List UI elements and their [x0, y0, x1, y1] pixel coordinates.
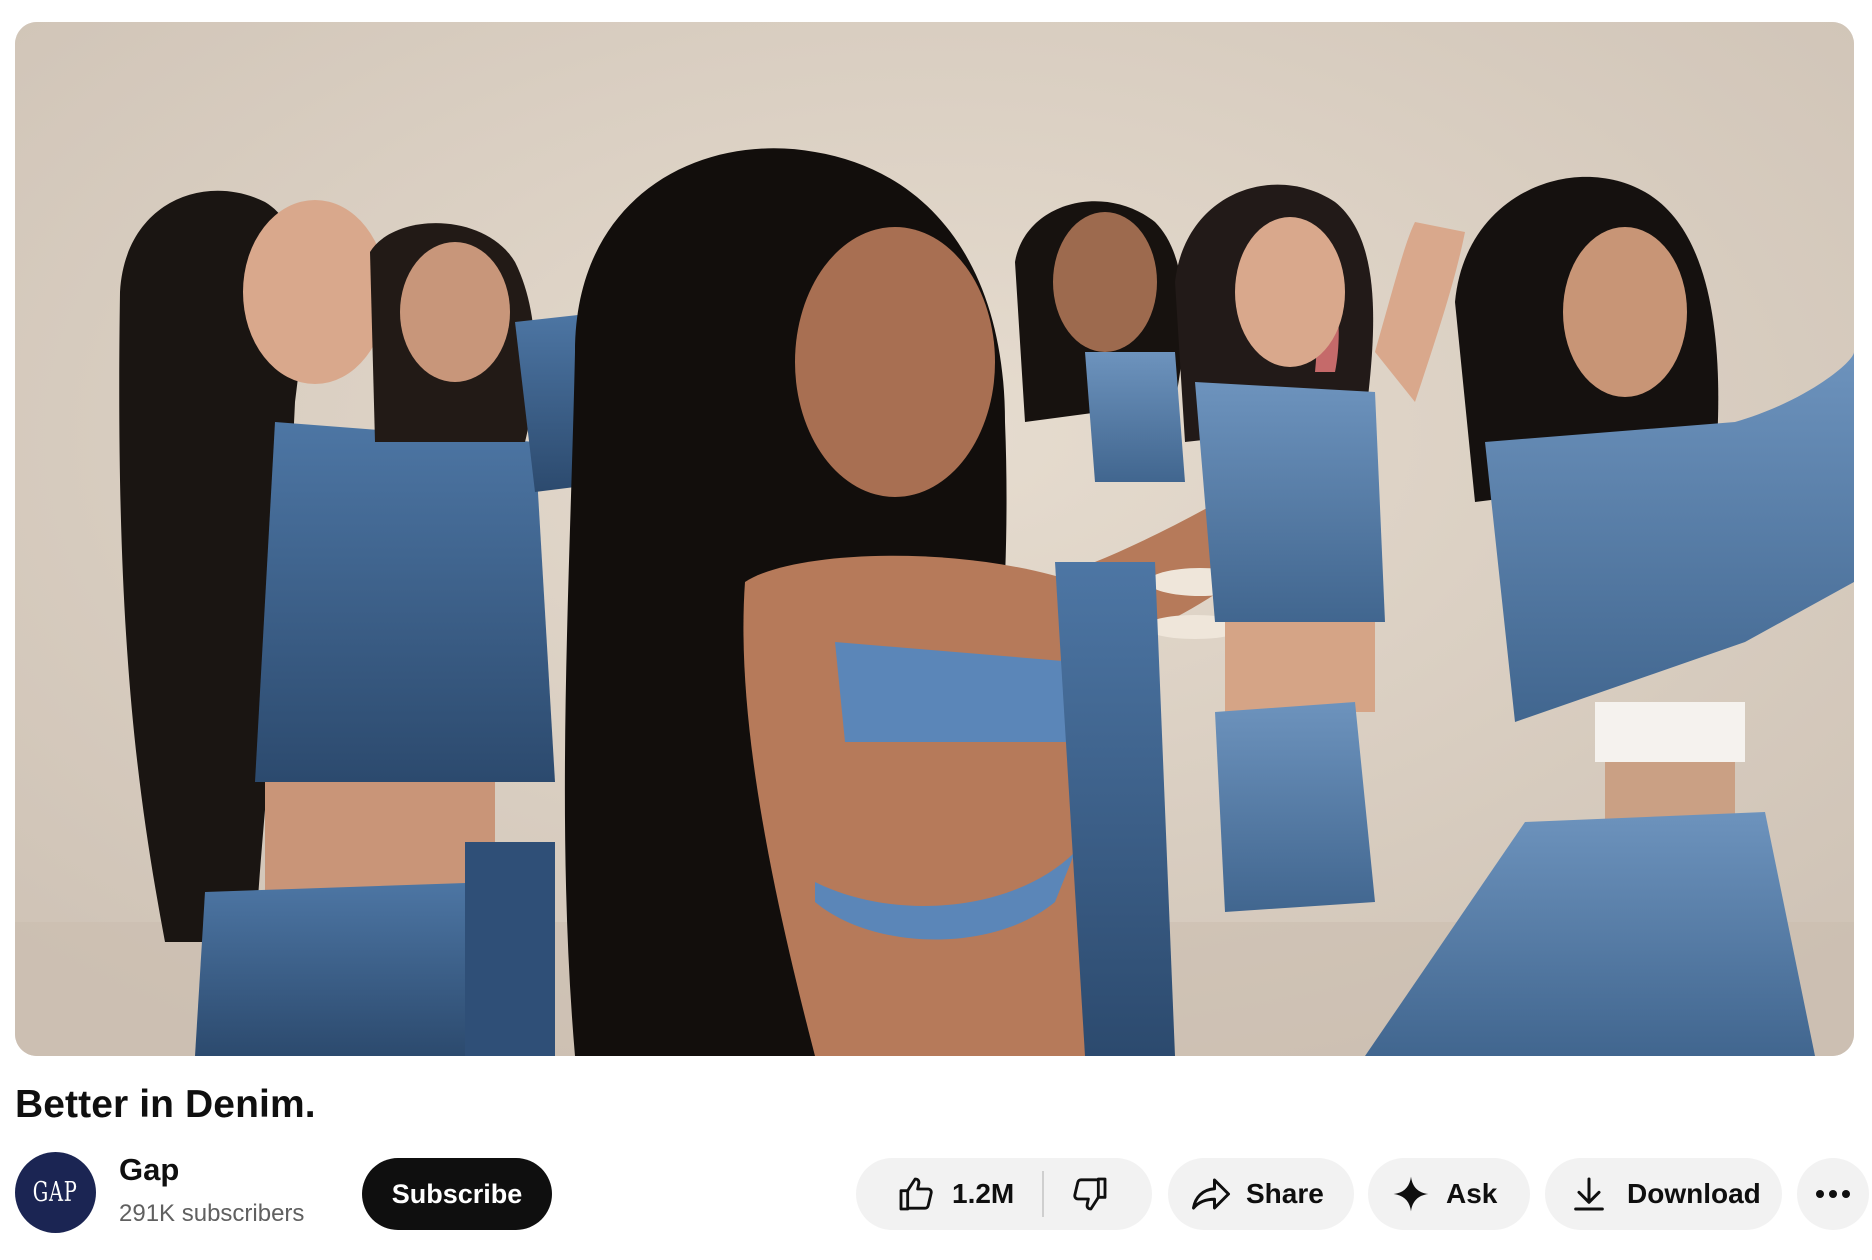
ask-button[interactable]: Ask [1368, 1158, 1530, 1230]
subscribe-button[interactable]: Subscribe [362, 1158, 552, 1230]
thumbs-down-icon [1070, 1174, 1110, 1214]
dislike-button[interactable] [1044, 1158, 1110, 1230]
share-arrow-icon [1190, 1173, 1232, 1215]
more-horizontal-icon [1815, 1188, 1851, 1200]
video-owner-row: GAP Gap 291K subscribers Subscribe 1.2M [15, 1148, 1869, 1233]
subscriber-count: 291K subscribers [119, 1200, 305, 1227]
like-button[interactable]: 1.2M [856, 1158, 1042, 1230]
download-button[interactable]: Download [1545, 1158, 1782, 1230]
download-label: Download [1627, 1178, 1761, 1209]
channel-avatar[interactable]: GAP [15, 1152, 96, 1233]
sparkle-icon [1392, 1175, 1430, 1213]
video-frame [15, 22, 1854, 1056]
like-count: 1.2M [952, 1178, 1015, 1209]
share-label: Share [1246, 1178, 1324, 1209]
share-button[interactable]: Share [1168, 1158, 1354, 1230]
thumbs-up-icon [896, 1174, 936, 1214]
more-actions-button[interactable] [1797, 1158, 1869, 1230]
avatar-logo-text: GAP [33, 1177, 78, 1208]
download-icon [1569, 1174, 1609, 1214]
ask-label: Ask [1446, 1178, 1498, 1209]
video-player[interactable] [15, 22, 1854, 1056]
like-dislike-group: 1.2M [856, 1158, 1152, 1230]
video-title: Better in Denim. [15, 1083, 316, 1126]
channel-name[interactable]: Gap [119, 1152, 179, 1188]
